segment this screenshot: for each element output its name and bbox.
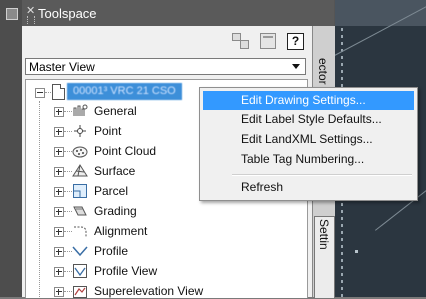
menu-item-table-tag-numbering[interactable]: Table Tag Numbering...: [203, 150, 414, 169]
menu-item-label: Table Tag Numbering...: [241, 152, 365, 166]
menu-item-label: Edit LandXML Settings...: [241, 132, 373, 146]
surface-icon: [72, 163, 88, 179]
general-icon: [72, 103, 88, 119]
expand-icon[interactable]: [54, 127, 64, 137]
drawing-point: [355, 250, 358, 253]
view-selector[interactable]: Master View: [25, 58, 306, 75]
tree-item-profile-view[interactable]: Profile View: [26, 262, 307, 282]
expand-icon[interactable]: [54, 227, 64, 237]
tab-prospector-label: ector: [316, 58, 330, 85]
tree-item-label: Grading: [94, 204, 137, 218]
profile-icon: [72, 243, 88, 259]
collapse-icon[interactable]: [35, 88, 45, 98]
help-icon[interactable]: ?: [287, 33, 304, 50]
point-cloud-icon: [72, 143, 88, 159]
chevron-down-icon[interactable]: [292, 64, 300, 69]
tree-item-label: Profile: [94, 244, 129, 258]
item-view-icon[interactable]: [260, 33, 276, 49]
view-selector-value: Master View: [29, 60, 95, 74]
tree-item-label: Parcel: [94, 184, 129, 198]
alignment-icon: [72, 223, 88, 239]
menu-item-label: Edit Label Style Defaults...: [241, 112, 382, 126]
expand-icon[interactable]: [54, 207, 64, 217]
tree-item-label: Point: [94, 124, 122, 138]
tab-settings-label: Settin: [317, 219, 331, 250]
expand-icon[interactable]: [54, 167, 64, 177]
profile-view-icon: [72, 263, 88, 279]
menu-item-refresh[interactable]: Refresh: [203, 178, 414, 197]
parcel-icon: [72, 183, 88, 199]
drag-handle-icon[interactable]: [27, 16, 35, 24]
tree-item-label: Point Cloud: [94, 144, 157, 158]
menu-item-label: Edit Drawing Settings...: [241, 93, 366, 107]
toggle-view-icon[interactable]: [232, 33, 249, 49]
expand-icon[interactable]: [54, 107, 64, 117]
drawing-icon: [52, 84, 65, 100]
dock-grip-icon[interactable]: [6, 8, 18, 20]
tree-item-profile[interactable]: Profile: [26, 242, 307, 262]
app-left-strip: [0, 0, 22, 297]
tree-item-label: Alignment: [94, 224, 148, 238]
expand-icon[interactable]: [54, 147, 64, 157]
expand-icon[interactable]: [54, 267, 64, 277]
menu-separator: [232, 174, 412, 176]
expand-icon[interactable]: [54, 187, 64, 197]
drawing-name[interactable]: 00001³ VRC 21 CSO: [67, 83, 182, 100]
tree-item-label: Superelevation View: [94, 284, 204, 298]
grading-icon: [72, 203, 88, 219]
expand-icon[interactable]: [54, 247, 64, 257]
tree-item-label: General: [94, 104, 137, 118]
tree-item-superelevation-view[interactable]: Superelevation View: [26, 282, 307, 298]
tree-item-label: Surface: [94, 164, 136, 178]
expand-icon[interactable]: [54, 287, 64, 297]
menu-item-edit-label-style-defaults[interactable]: Edit Label Style Defaults...: [203, 110, 414, 129]
menu-item-edit-drawing-settings[interactable]: Edit Drawing Settings...: [203, 91, 414, 110]
menu-item-edit-landxml-settings[interactable]: Edit LandXML Settings...: [203, 130, 414, 149]
tree-item-grading[interactable]: Grading: [26, 202, 307, 222]
context-menu: Edit Drawing Settings... Edit Label Styl…: [199, 87, 418, 201]
tree-item-alignment[interactable]: Alignment: [26, 222, 307, 242]
tab-settings[interactable]: Settin: [314, 216, 335, 299]
panel-title: Toolspace: [38, 6, 97, 21]
tree-item-label: Profile View: [94, 264, 158, 278]
toolspace-titlebar[interactable]: ✕ Toolspace: [22, 0, 334, 26]
menu-item-label: Refresh: [241, 180, 284, 194]
superelevation-view-icon: [72, 283, 88, 298]
point-icon: [72, 123, 88, 139]
